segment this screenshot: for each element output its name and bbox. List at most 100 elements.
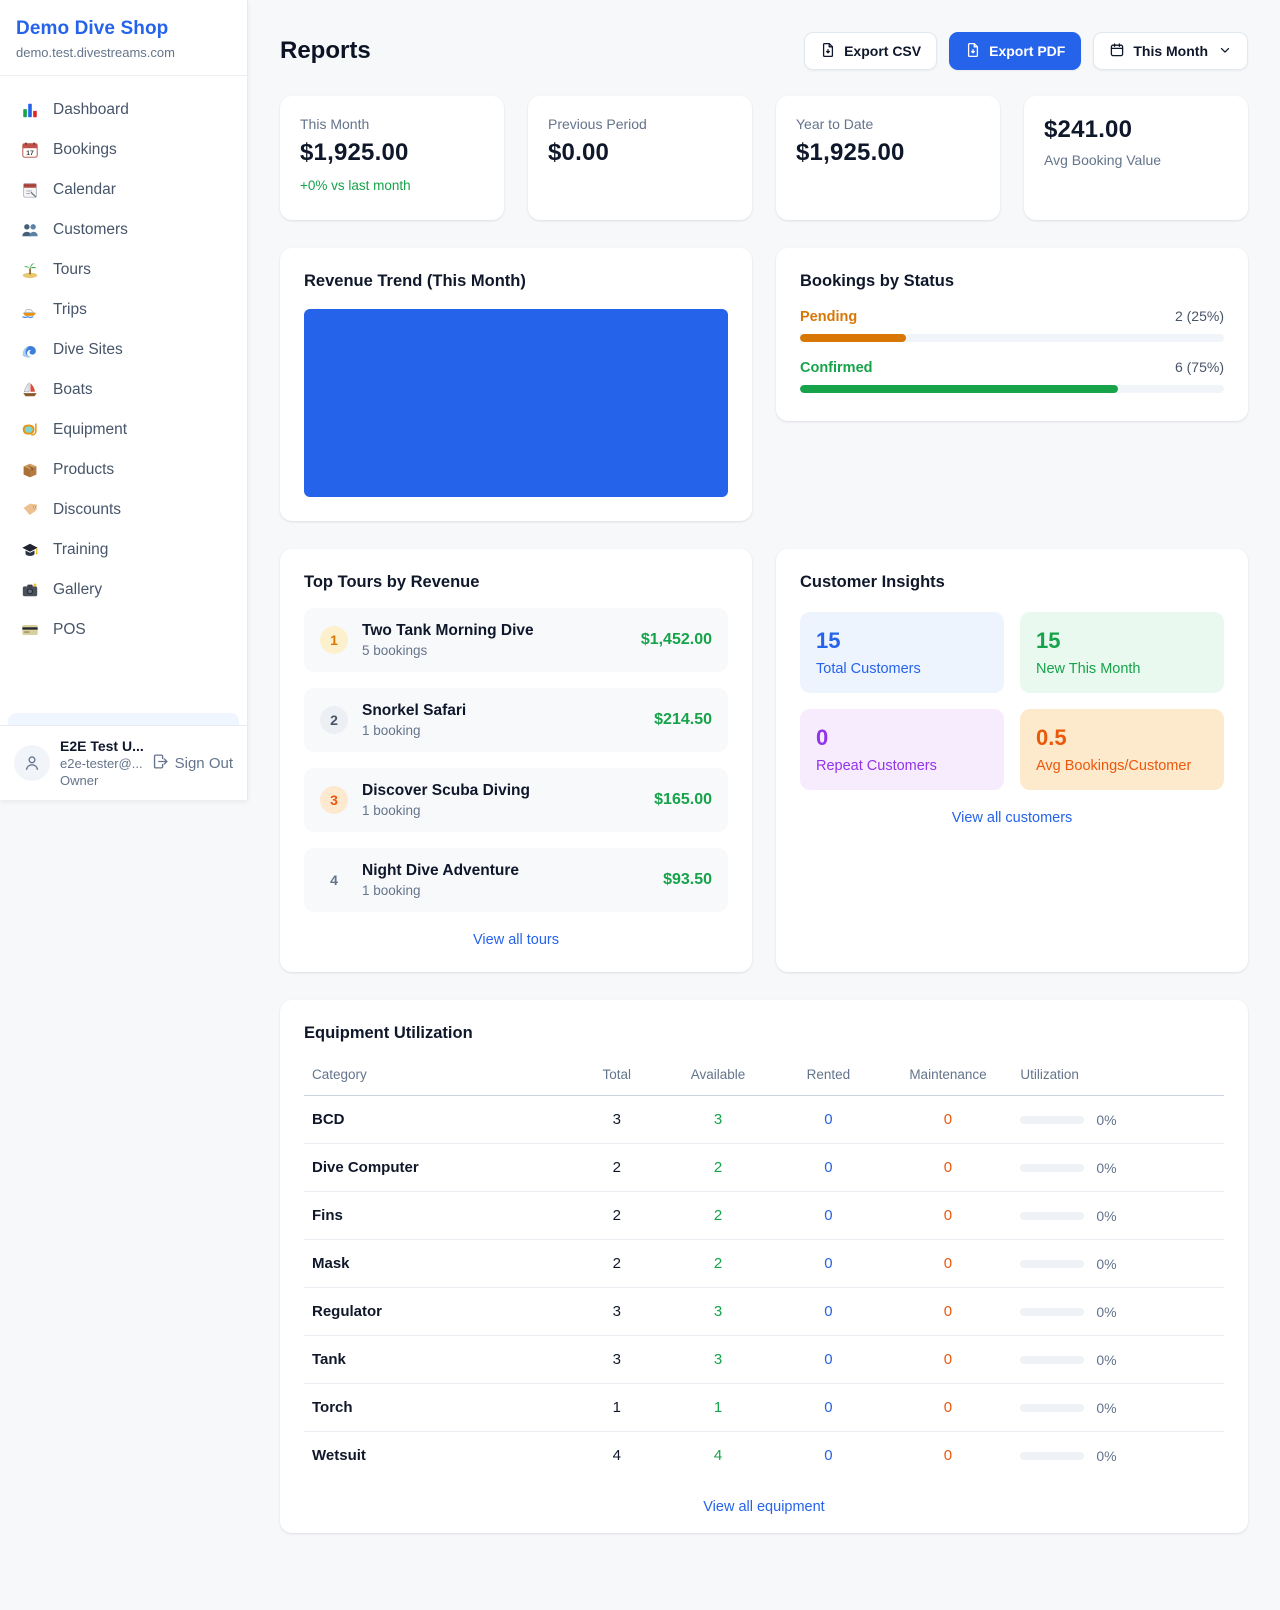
equipment-total: 2 xyxy=(571,1240,663,1288)
sidebar-item-label: Discounts xyxy=(53,501,121,519)
main-content: Reports Export CSV Export PDF This Month xyxy=(248,0,1280,1608)
sidebar-item-dashboard[interactable]: Dashboard xyxy=(8,90,239,130)
stat-value: $0.00 xyxy=(548,139,732,167)
boats-icon xyxy=(20,380,40,400)
sidebar-item-dive-sites[interactable]: Dive Sites xyxy=(8,330,239,370)
equipment-category: Mask xyxy=(304,1240,571,1288)
sign-out-label: Sign Out xyxy=(175,755,233,772)
rank-badge: 4 xyxy=(320,866,348,894)
tour-list-item: 4 Night Dive Adventure 1 booking $93.50 xyxy=(304,848,728,912)
sidebar-item-tours[interactable]: Tours xyxy=(8,250,239,290)
pos-icon xyxy=(20,620,40,640)
equipment-maintenance: 0 xyxy=(884,1096,1013,1144)
sidebar-item-bookings[interactable]: 17 Bookings xyxy=(8,130,239,170)
equipment-available: 1 xyxy=(663,1384,773,1432)
stat-value: $241.00 xyxy=(1044,116,1228,144)
sidebar-item-products[interactable]: Products xyxy=(8,450,239,490)
top-tours-card: Top Tours by Revenue 1 Two Tank Morning … xyxy=(280,549,752,972)
sidebar-item-label: Products xyxy=(53,461,114,479)
sidebar-item-training[interactable]: Training xyxy=(8,530,239,570)
revenue-trend-chart xyxy=(304,309,728,497)
view-all-equipment-link[interactable]: View all equipment xyxy=(304,1499,1224,1515)
equipment-maintenance: 0 xyxy=(884,1336,1013,1384)
period-selector[interactable]: This Month xyxy=(1093,32,1248,70)
equipment-maintenance: 0 xyxy=(884,1288,1013,1336)
status-count: 2 (25%) xyxy=(1175,308,1224,324)
status-progress-fill xyxy=(800,385,1118,393)
sidebar-item-calendar[interactable]: Calendar xyxy=(8,170,239,210)
tour-name: Snorkel Safari xyxy=(362,702,640,720)
insight-label: Repeat Customers xyxy=(816,758,988,774)
view-all-customers-link[interactable]: View all customers xyxy=(800,810,1224,826)
sidebar-nav: Dashboard 17 Bookings Calendar Customers… xyxy=(0,76,247,725)
equipment-category: Tank xyxy=(304,1336,571,1384)
sidebar-item-label: Gallery xyxy=(53,581,102,599)
equipment-rented: 0 xyxy=(773,1432,883,1480)
export-pdf-button[interactable]: Export PDF xyxy=(949,32,1081,70)
tour-list-item: 1 Two Tank Morning Dive 5 bookings $1,45… xyxy=(304,608,728,672)
column-header-total: Total xyxy=(571,1057,663,1096)
table-row: BCD 3 3 0 0 0% xyxy=(304,1096,1224,1144)
equipment-available: 2 xyxy=(663,1192,773,1240)
equipment-maintenance: 0 xyxy=(884,1240,1013,1288)
bookings-icon: 17 xyxy=(20,140,40,160)
sidebar-item-customers[interactable]: Customers xyxy=(8,210,239,250)
sign-out-button[interactable]: Sign Out xyxy=(152,753,233,774)
sidebar-item-label: Training xyxy=(53,541,108,559)
status-progress-fill xyxy=(800,334,906,342)
svg-text:17: 17 xyxy=(26,150,34,157)
equipment-available: 4 xyxy=(663,1432,773,1480)
utilization-bar xyxy=(1020,1260,1084,1268)
stat-card-this-month: This Month $1,925.00 +0% vs last month xyxy=(280,96,504,220)
sidebar-item-label: Bookings xyxy=(53,141,117,159)
column-header-utilization: Utilization xyxy=(1012,1057,1224,1096)
equipment-utilization-title: Equipment Utilization xyxy=(304,1024,1224,1043)
sidebar-item-discounts[interactable]: Discounts xyxy=(8,490,239,530)
header-actions: Export CSV Export PDF This Month xyxy=(804,32,1248,70)
export-csv-button[interactable]: Export CSV xyxy=(804,32,937,70)
tour-revenue: $165.00 xyxy=(654,791,712,809)
equipment-maintenance: 0 xyxy=(884,1384,1013,1432)
sidebar-item-gallery[interactable]: Gallery xyxy=(8,570,239,610)
sidebar-item-trips[interactable]: Trips xyxy=(8,290,239,330)
equipment-utilization-card: Equipment Utilization Category Total Ava… xyxy=(280,1000,1248,1533)
discounts-icon xyxy=(20,500,40,520)
user-email: e2e-tester@... xyxy=(60,756,142,771)
stat-label: This Month xyxy=(300,116,484,132)
charts-row: Revenue Trend (This Month) Bookings by S… xyxy=(280,248,1248,521)
utilization-percent: 0% xyxy=(1096,1448,1116,1464)
status-label: Confirmed xyxy=(800,360,873,376)
equipment-category: Torch xyxy=(304,1384,571,1432)
page-header: Reports Export CSV Export PDF This Month xyxy=(280,32,1248,70)
sidebar-item-reports-active-partial[interactable] xyxy=(8,713,239,725)
equipment-rented: 0 xyxy=(773,1192,883,1240)
export-csv-label: Export CSV xyxy=(844,43,921,59)
utilization-percent: 0% xyxy=(1096,1160,1116,1176)
utilization-bar xyxy=(1020,1356,1084,1364)
status-progress-track xyxy=(800,334,1224,342)
table-row: Regulator 3 3 0 0 0% xyxy=(304,1288,1224,1336)
sidebar-item-label: Calendar xyxy=(53,181,116,199)
equipment-maintenance: 0 xyxy=(884,1192,1013,1240)
sidebar-item-label: Equipment xyxy=(53,421,127,439)
equipment-rented: 0 xyxy=(773,1096,883,1144)
equipment-available: 2 xyxy=(663,1144,773,1192)
training-icon xyxy=(20,540,40,560)
insight-value: 15 xyxy=(816,628,988,654)
sidebar-item-label: Customers xyxy=(53,221,128,239)
chevron-down-icon xyxy=(1218,43,1232,60)
stat-label: Avg Booking Value xyxy=(1044,152,1228,168)
sidebar-item-label: Dashboard xyxy=(53,101,129,119)
equipment-rented: 0 xyxy=(773,1288,883,1336)
tour-revenue: $1,452.00 xyxy=(641,631,712,649)
column-header-maintenance: Maintenance xyxy=(884,1057,1013,1096)
insight-label: Total Customers xyxy=(816,661,988,677)
sidebar-item-boats[interactable]: Boats xyxy=(8,370,239,410)
calendar-icon xyxy=(20,180,40,200)
sidebar-item-equipment[interactable]: Equipment xyxy=(8,410,239,450)
sidebar-item-pos[interactable]: POS xyxy=(8,610,239,650)
trips-icon xyxy=(20,300,40,320)
view-all-tours-link[interactable]: View all tours xyxy=(304,932,728,948)
equipment-category: Fins xyxy=(304,1192,571,1240)
equipment-table: Category Total Available Rented Maintena… xyxy=(304,1057,1224,1479)
